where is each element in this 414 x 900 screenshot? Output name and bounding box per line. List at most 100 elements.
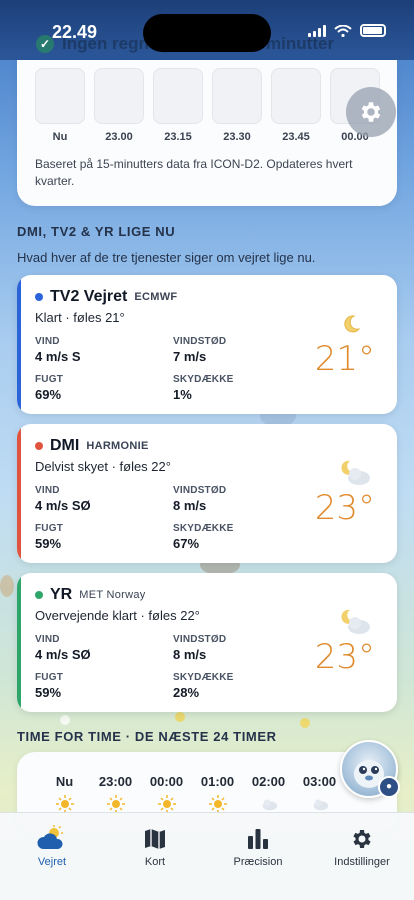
- provider-temperature: 23°: [314, 488, 375, 528]
- tab-vejret[interactable]: Vejret: [2, 823, 102, 868]
- provider-card-tv2[interactable]: TV2 Vejret ECMWF Klart · føles 21° VIND 4…: [17, 275, 397, 414]
- gear-icon: [353, 830, 371, 848]
- sun-icon: [55, 795, 74, 813]
- butterfly-decoration: [0, 575, 14, 597]
- slot-label: 23.15: [164, 131, 192, 143]
- hourly-title: TIME FOR TIME · DE NÆSTE 24 TIMER: [17, 729, 277, 744]
- provider-name: YR: [50, 586, 73, 603]
- provider-header: YR MET Norway: [35, 586, 146, 604]
- provider-model: MET Norway: [79, 589, 146, 601]
- rain-slot: [271, 68, 321, 124]
- sun-icon: [106, 795, 125, 813]
- rain-slots: [35, 68, 380, 124]
- gust-value: 7 m/s: [173, 349, 207, 364]
- wind-value: 4 m/s SØ: [35, 498, 91, 513]
- flower-decoration: [60, 715, 70, 725]
- chat-icon: ●: [378, 776, 400, 798]
- cloud-label: SKYDÆKKE: [173, 374, 234, 385]
- slot-label: 23.00: [105, 131, 133, 143]
- card-accent: [17, 424, 21, 563]
- wind-value: 4 m/s S: [35, 349, 81, 364]
- rain-slot: [94, 68, 144, 124]
- moon-cloud-icon: [341, 609, 370, 634]
- forecast-note: Baseret på 15-minutters data fra ICON-D2…: [35, 157, 353, 188]
- settings-floating-button[interactable]: [346, 87, 396, 137]
- sun-icon: [208, 795, 227, 813]
- provider-temperature: 21°: [314, 339, 375, 379]
- cloud-value: 1%: [173, 387, 192, 402]
- wind-value: 4 m/s SØ: [35, 647, 91, 662]
- humidity-label: FUGT: [35, 374, 64, 385]
- humidity-value: 59%: [35, 685, 62, 700]
- cloud-icon: [313, 799, 328, 811]
- hour-label: 00:00: [149, 774, 184, 789]
- provider-header: TV2 Vejret ECMWF: [35, 288, 177, 306]
- wifi-icon: [334, 24, 352, 37]
- provider-dot: [35, 442, 43, 450]
- comparison-subtitle: Hvad hver af de tre tjenester siger om v…: [17, 250, 316, 265]
- tab-label: Præcision: [233, 856, 283, 868]
- hour-label: 23:00: [98, 774, 133, 789]
- tab-praecision[interactable]: Præcision: [208, 823, 308, 868]
- provider-name: DMI: [50, 437, 80, 454]
- humidity-value: 69%: [35, 387, 62, 402]
- flower-decoration: [300, 718, 310, 728]
- wind-label: VIND: [35, 485, 60, 496]
- dynamic-island: [143, 14, 271, 52]
- status-bar: ✓ Ingen regn de næste 120 minutter 22.49: [0, 0, 414, 60]
- rain-slot-labels: Nu 23.00 23.15 23.30 23.45 00.00: [35, 131, 380, 143]
- provider-condition: Klart · føles 21°: [35, 310, 125, 325]
- gust-label: VINDSTØD: [173, 485, 227, 496]
- provider-dot: [35, 293, 43, 301]
- provider-card-yr[interactable]: YR MET Norway Overvejende klart · føles …: [17, 573, 397, 712]
- weather-icon: [37, 825, 63, 849]
- status-icons: [308, 24, 386, 37]
- cloud-label: SKYDÆKKE: [173, 672, 234, 683]
- card-accent: [17, 275, 21, 414]
- humidity-value: 59%: [35, 536, 62, 551]
- provider-card-dmi[interactable]: DMI HARMONIE Delvist skyet · føles 22° V…: [17, 424, 397, 563]
- humidity-label: FUGT: [35, 523, 64, 534]
- tab-bar: Vejret Kort Præcision Indstillinger: [0, 812, 414, 900]
- wind-label: VIND: [35, 336, 60, 347]
- cloud-value: 67%: [173, 536, 200, 551]
- tab-label: Kort: [144, 856, 166, 868]
- moon-cloud-icon: [341, 460, 370, 485]
- provider-name: TV2 Vejret: [50, 288, 128, 305]
- battery-icon: [360, 24, 386, 37]
- provider-dot: [35, 591, 43, 599]
- provider-condition: Delvist skyet · føles 22°: [35, 459, 171, 474]
- hour-label: 03:00: [302, 774, 337, 789]
- hour-label: Nu: [55, 774, 74, 789]
- tab-indstillinger[interactable]: Indstillinger: [312, 823, 412, 868]
- rain-forecast-card: Nu 23.00 23.15 23.30 23.45 00.00 Baseret…: [17, 60, 397, 206]
- chart-icon: [248, 829, 268, 849]
- gust-label: VINDSTØD: [173, 336, 227, 347]
- gear-icon: [361, 102, 381, 122]
- map-icon: [145, 829, 165, 849]
- slot-label: 23.45: [282, 131, 310, 143]
- moon-icon: [344, 315, 361, 333]
- assistant-avatar-button[interactable]: ●: [340, 740, 400, 798]
- rain-slot: [35, 68, 85, 124]
- gust-value: 8 m/s: [173, 498, 207, 513]
- card-accent: [17, 573, 21, 712]
- rain-slot: [212, 68, 262, 124]
- provider-model: ECMWF: [134, 291, 178, 303]
- status-time: 22.49: [52, 22, 98, 42]
- hour-label: 01:00: [200, 774, 235, 789]
- cloud-label: SKYDÆKKE: [173, 523, 234, 534]
- tab-kort[interactable]: Kort: [105, 823, 205, 868]
- provider-temperature: 23°: [314, 637, 375, 677]
- flower-decoration: [175, 712, 185, 722]
- gust-label: VINDSTØD: [173, 634, 227, 645]
- hour-label: 02:00: [251, 774, 286, 789]
- provider-header: DMI HARMONIE: [35, 437, 149, 455]
- slot-label: 23.30: [223, 131, 251, 143]
- wind-label: VIND: [35, 634, 60, 645]
- sun-icon: [157, 795, 176, 813]
- tab-label: Vejret: [37, 856, 67, 868]
- humidity-label: FUGT: [35, 672, 64, 683]
- gust-value: 8 m/s: [173, 647, 207, 662]
- provider-model: HARMONIE: [86, 440, 149, 452]
